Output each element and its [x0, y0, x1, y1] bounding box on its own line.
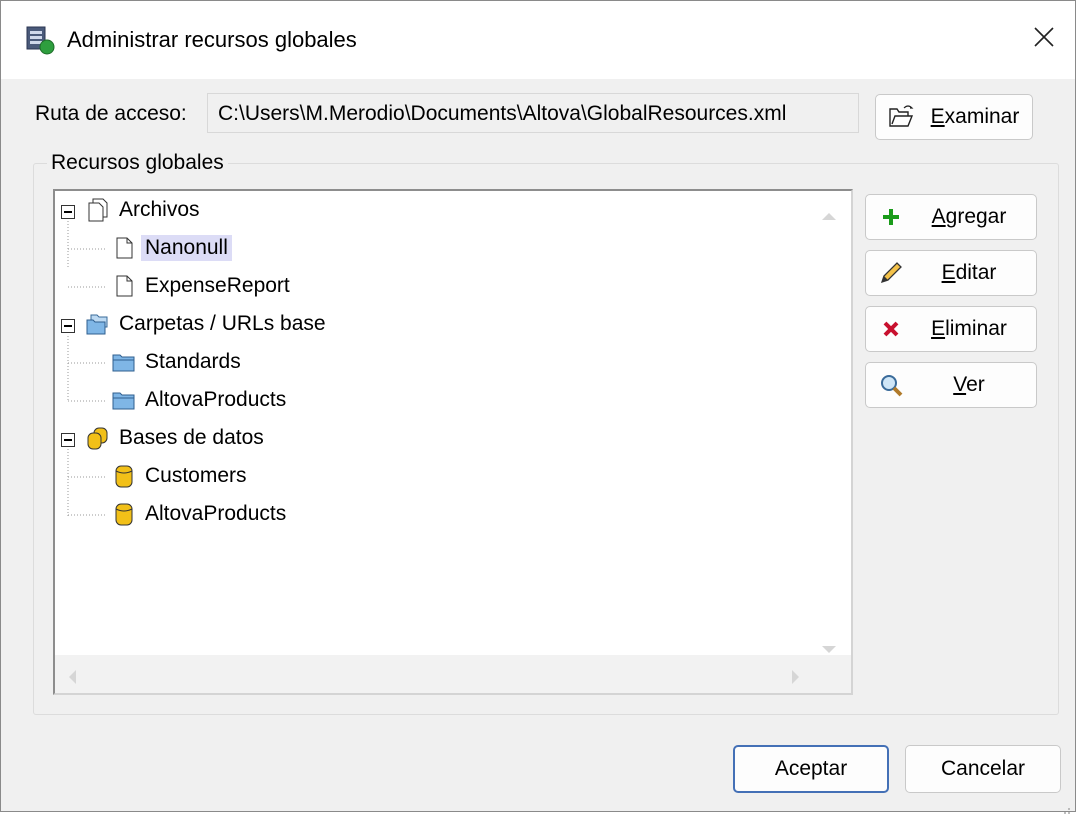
view-button[interactable]: Ver: [865, 362, 1037, 408]
collapse-toggle-carpetas[interactable]: [61, 319, 75, 333]
add-mnemonic: A: [931, 205, 946, 228]
database-icon: [111, 501, 137, 527]
collapse-toggle-bases[interactable]: [61, 433, 75, 447]
global-resources-icon: [25, 25, 55, 55]
tree-label: Archivos: [119, 198, 200, 221]
window-title: Administrar recursos globales: [67, 27, 357, 52]
close-icon: [1033, 26, 1055, 54]
tree-label: Standards: [145, 350, 241, 373]
edit-mnemonic: E: [941, 261, 956, 284]
add-button[interactable]: Agregar: [865, 194, 1037, 240]
ok-label: Aceptar: [774, 757, 848, 780]
edit-button[interactable]: Editar: [865, 250, 1037, 296]
dialog-window: Administrar recursos globales Ruta de ac…: [0, 0, 1076, 814]
view-mnemonic: V: [953, 373, 967, 396]
edit-label: ditar: [955, 261, 997, 284]
tree-label: AltovaProducts: [145, 502, 287, 525]
file-icon: [111, 273, 137, 299]
tree-label: ExpenseReport: [145, 274, 290, 297]
tree-label: Bases de datos: [119, 426, 264, 449]
folder-icon: [111, 387, 137, 413]
files-icon: [85, 197, 111, 223]
tree-label: Nanonull: [141, 235, 232, 261]
title-bar: Administrar recursos globales: [1, 1, 1075, 79]
delete-label: liminar: [945, 317, 1007, 340]
browse-button[interactable]: Examinar: [875, 94, 1033, 140]
tree-label: Carpetas / URLs base: [119, 312, 326, 335]
cancel-button[interactable]: Cancelar: [905, 745, 1061, 793]
ok-button[interactable]: Aceptar: [733, 745, 889, 793]
scroll-left-arrow-icon[interactable]: [67, 667, 77, 691]
tree-label: AltovaProducts: [145, 388, 287, 411]
group-title: Recursos globales: [47, 151, 228, 175]
folders-icon: [85, 311, 111, 337]
path-label: Ruta de acceso:: [35, 102, 187, 125]
add-label: gregar: [945, 205, 1007, 228]
scroll-up-arrow-icon[interactable]: [821, 203, 837, 227]
cancel-label: Cancelar: [940, 757, 1026, 780]
file-icon: [111, 235, 137, 261]
scroll-right-arrow-icon[interactable]: [791, 667, 801, 691]
resources-tree[interactable]: Archivos Nanonull ExpenseReport Carpetas…: [53, 189, 853, 695]
tree-label: Customers: [145, 464, 247, 487]
horizontal-scrollbar[interactable]: [55, 655, 851, 693]
browse-label: xaminar: [944, 105, 1020, 128]
collapse-toggle-archivos[interactable]: [61, 205, 75, 219]
databases-icon: [85, 425, 111, 451]
path-value: C:\Users\M.Merodio\Documents\Altova\Glob…: [218, 102, 787, 125]
resize-grip-icon[interactable]: [1061, 797, 1071, 814]
view-label: er: [966, 373, 985, 396]
database-icon: [111, 463, 137, 489]
folder-icon: [111, 349, 137, 375]
path-field[interactable]: C:\Users\M.Merodio\Documents\Altova\Glob…: [207, 93, 859, 133]
delete-mnemonic: E: [931, 317, 946, 340]
delete-button[interactable]: Eliminar: [865, 306, 1037, 352]
close-button[interactable]: [1013, 1, 1075, 79]
browse-mnemonic: E: [930, 105, 945, 128]
